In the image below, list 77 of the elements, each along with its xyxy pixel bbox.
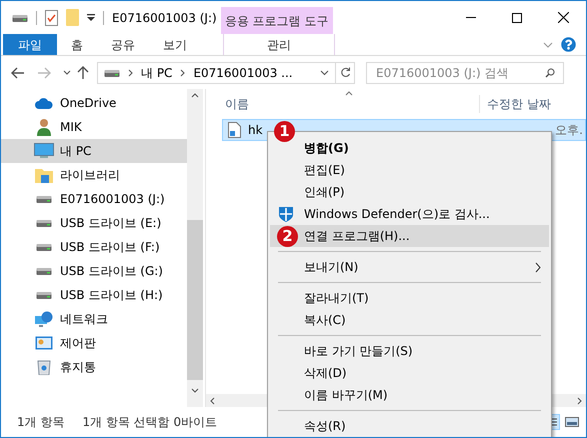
menu-item[interactable]: 바로 가기 만들기(S): [270, 340, 549, 362]
sidebar-item[interactable]: USB 드라이브 (G:): [1, 259, 187, 283]
file-tab[interactable]: 파일: [3, 34, 57, 55]
sidebar-item[interactable]: E0716001003 (J:): [1, 187, 187, 211]
column-header[interactable]: 수정한 날짜: [479, 95, 551, 113]
sidebar-item[interactable]: OneDrive: [1, 91, 187, 115]
sort-caret-icon: [345, 91, 353, 96]
shield-icon: [278, 206, 294, 222]
sidebar-item[interactable]: 휴지통: [1, 355, 187, 379]
scroll-left-icon[interactable]: [210, 396, 215, 404]
control-panel-icon: [35, 336, 53, 350]
status-text: 1개 항목 선택함 0바이트: [82, 414, 218, 431]
sidebar-item[interactable]: 네트워크: [1, 307, 187, 331]
ribbon-tab[interactable]: 보기: [149, 34, 201, 55]
dropdown-icon[interactable]: [87, 14, 95, 22]
menu-item[interactable]: 이름 바꾸기(M): [270, 384, 549, 406]
chevron-right-icon: [128, 68, 133, 76]
cloud-icon: [35, 98, 53, 108]
chevron-down-icon[interactable]: [320, 70, 329, 76]
sidebar-item[interactable]: USB 드라이브 (F:): [1, 235, 187, 259]
scroll-right-icon[interactable]: [577, 396, 582, 404]
menu-item[interactable]: 속성(R): [270, 415, 549, 437]
refresh-button[interactable]: [336, 62, 355, 84]
back-arrow-icon[interactable]: [11, 66, 25, 78]
chevron-right-icon: [180, 68, 186, 76]
menu-item[interactable]: 편집(E): [270, 159, 549, 181]
breadcrumb-item[interactable]: E0716001003 ...: [193, 64, 293, 82]
monitor-icon: [34, 143, 54, 159]
ribbon-tab[interactable]: 공유: [97, 34, 149, 55]
up-arrow-icon[interactable]: [77, 66, 89, 80]
menu-item[interactable]: Windows Defender(으)로 검사...: [270, 203, 549, 225]
sidebar-item[interactable]: 제어판: [1, 331, 187, 355]
chevron-right-icon: [535, 262, 541, 272]
search-icon: [545, 68, 555, 78]
sidebar-item[interactable]: USB 드라이브 (H:): [1, 283, 187, 307]
scrollbar[interactable]: [187, 89, 203, 407]
maximize-icon: [512, 12, 522, 22]
column-header[interactable]: 이름: [206, 95, 479, 113]
menu-item[interactable]: 잘라내기(T): [270, 287, 549, 309]
checklist-icon[interactable]: [45, 10, 58, 26]
chevron-down-icon[interactable]: [63, 70, 71, 75]
search-field[interactable]: E0716001003 (J:) 검색: [366, 62, 564, 84]
menu-item[interactable]: 보내기(N): [270, 256, 549, 278]
drive-icon: [36, 290, 52, 300]
drive-icon: [36, 194, 52, 204]
context-tab-header: 응용 프로그램 도구: [220, 7, 333, 34]
sidebar-item[interactable]: USB 드라이브 (E:): [1, 211, 187, 235]
menu-item[interactable]: 인쇄(P): [270, 181, 549, 203]
drive-icon: [36, 242, 52, 252]
scroll-down-icon[interactable]: [191, 388, 199, 393]
sidebar-item[interactable]: 내 PC: [1, 139, 187, 163]
drive-icon: [104, 68, 120, 78]
ribbon-tab[interactable]: 홈: [57, 34, 97, 55]
recycle-bin-icon: [37, 359, 51, 375]
sidebar-item[interactable]: 라이브러리: [1, 163, 187, 187]
status-text: 1개 항목: [17, 414, 64, 431]
file-name: hk: [248, 122, 263, 139]
address-field[interactable]: 내 PC E0716001003 ...: [97, 62, 336, 84]
folder-icon: [35, 167, 53, 183]
scroll-up-icon[interactable]: [191, 93, 199, 98]
close-icon: [558, 12, 568, 23]
drive-icon: [12, 12, 28, 22]
drive-icon: [36, 266, 52, 276]
menu-item[interactable]: 복사(C): [270, 309, 549, 331]
breadcrumb-item[interactable]: 내 PC: [141, 64, 172, 82]
network-icon: [35, 310, 53, 328]
minimize-icon: [466, 17, 476, 18]
menu-item[interactable]: 삭제(D): [270, 362, 549, 384]
window-title: E0716001003 (J:): [112, 10, 217, 26]
refresh-icon: [340, 67, 350, 78]
thumbnail-view-icon[interactable]: [564, 414, 580, 430]
file-icon: [228, 122, 241, 138]
sidebar-item[interactable]: MIK: [1, 115, 187, 139]
user-icon: [36, 118, 52, 136]
help-icon[interactable]: [561, 37, 576, 52]
drive-icon: [36, 218, 52, 228]
file-date: 오후.: [555, 122, 583, 139]
